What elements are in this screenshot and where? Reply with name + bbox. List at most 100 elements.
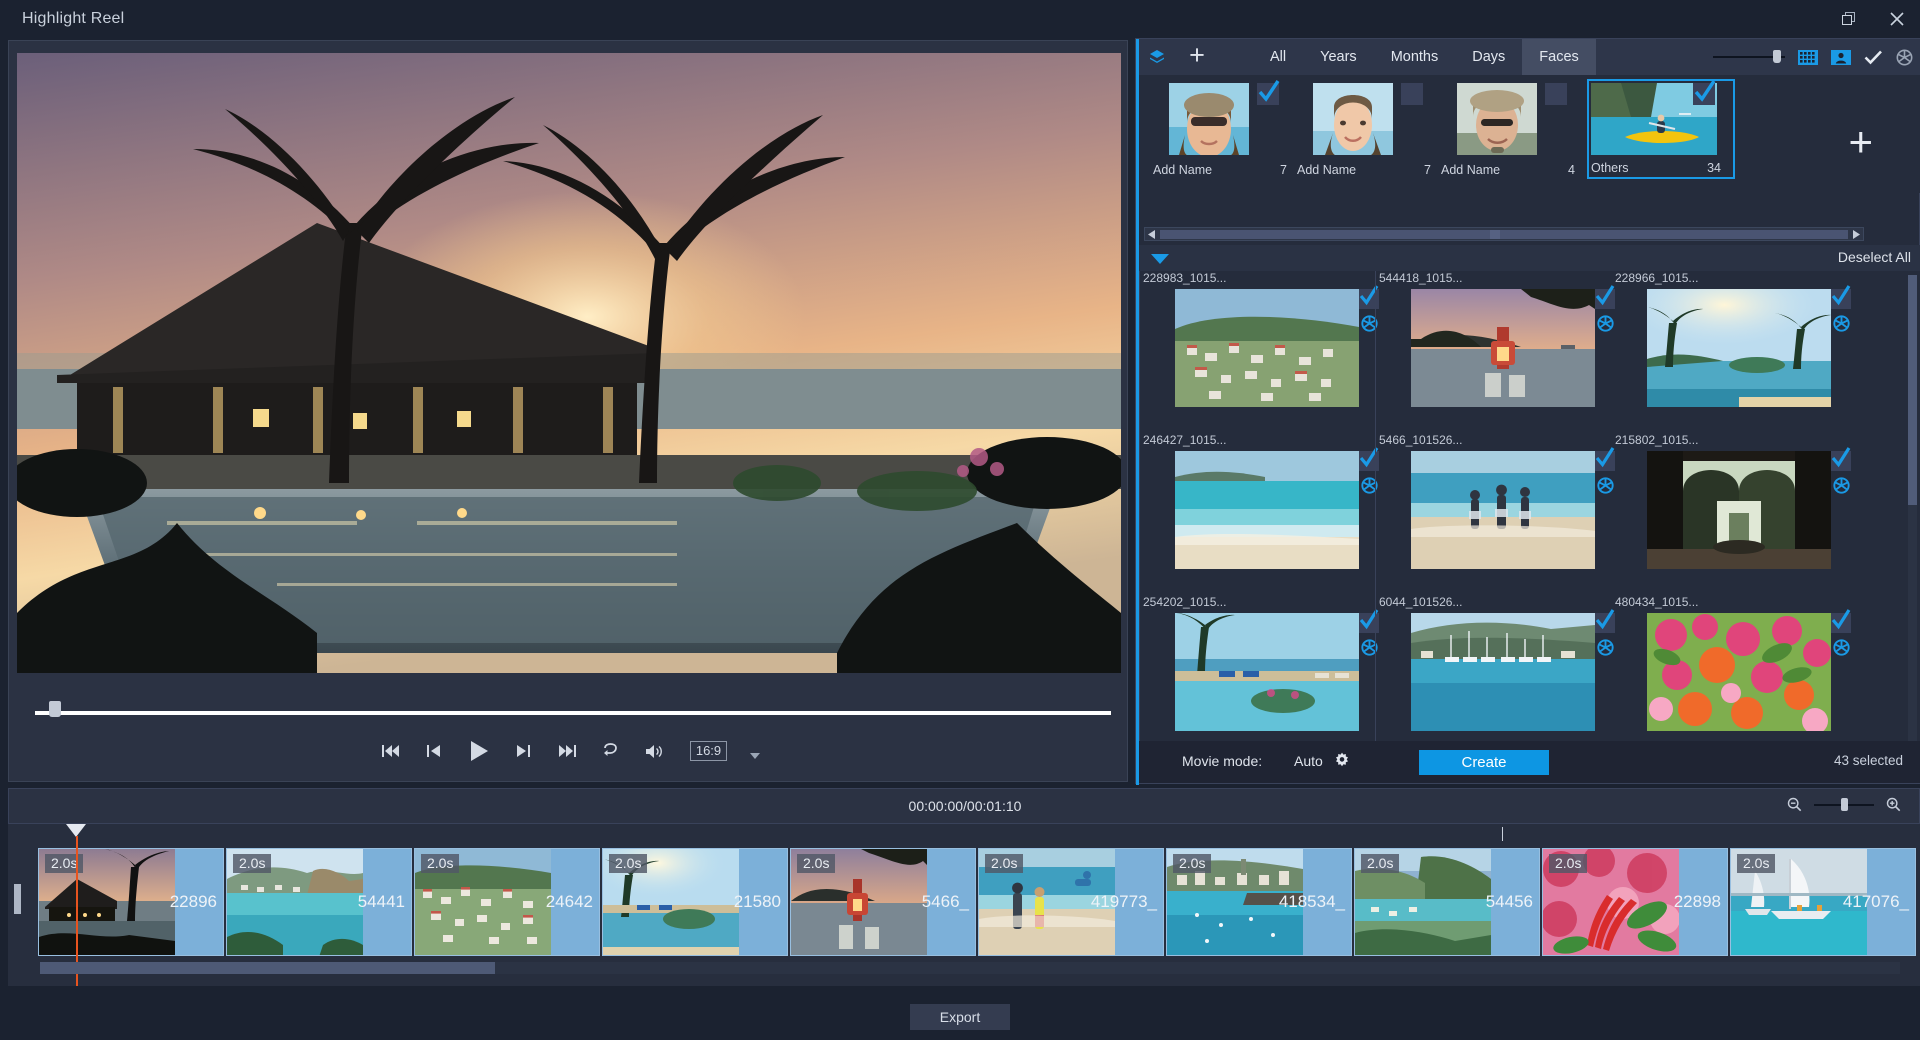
tab-months[interactable]: Months [1374,39,1456,75]
aperture-icon[interactable] [1833,477,1850,494]
scrollbar-thumb[interactable] [1160,230,1848,239]
chevron-down-icon[interactable] [750,753,760,759]
face-thumbnail[interactable] [1313,83,1393,155]
photo-thumbnail[interactable] [1175,289,1359,407]
face-item[interactable]: Add Name 4 [1437,79,1581,185]
photo-checkbox[interactable] [1831,451,1851,471]
face-checkbox[interactable] [1693,83,1715,105]
timeline-clip[interactable]: 2.0s 418534_ [1166,848,1352,956]
add-face-button[interactable]: + [1848,121,1873,163]
photo-thumbnail[interactable] [1647,451,1831,569]
filmstrip-view-icon[interactable] [1798,50,1818,65]
timeline-clip[interactable]: 2.0s 5466_ [790,848,976,956]
timeline-clip[interactable]: 2.0s 22898 [1542,848,1728,956]
aperture-icon[interactable] [1833,639,1850,656]
scrollbar-thumb[interactable] [40,962,495,974]
scrollbar-thumb[interactable] [1908,275,1917,505]
deselect-all-button[interactable]: Deselect All [1838,249,1911,265]
preview-scrubber[interactable] [31,701,1111,721]
slider-knob[interactable] [1773,50,1781,63]
photo-name: 480434_1015... [1615,595,1698,609]
face-checkbox[interactable] [1257,83,1279,105]
photo-thumbnail[interactable] [1411,289,1595,407]
face-checkbox[interactable] [1545,83,1567,105]
face-thumbnail[interactable] [1457,83,1537,155]
clip-duration: 2.0s [1173,854,1211,873]
photo-cell[interactable]: 6044_101526... [1375,595,1611,757]
timeline-clip[interactable]: 2.0s 24642 [414,848,600,956]
add-media-button[interactable]: + [1175,42,1219,73]
face-thumbnail[interactable] [1169,83,1249,155]
faces-horizontal-scrollbar[interactable] [1144,227,1864,241]
photo-thumbnail[interactable] [1175,613,1359,731]
timeline-horizontal-scrollbar[interactable] [40,962,1900,974]
zoom-out-icon[interactable] [1787,797,1802,812]
tab-days[interactable]: Days [1455,39,1522,75]
timeline-clip[interactable]: 2.0s 22896 [38,848,224,956]
scroll-right-arrow-icon[interactable] [1849,228,1863,240]
face-item[interactable]: Add Name 7 [1149,79,1293,185]
face-label[interactable]: Add Name [1153,163,1289,177]
aperture-icon[interactable] [1833,315,1850,332]
restore-window-icon[interactable] [1836,6,1862,32]
timeline-zoom-slider[interactable] [1814,798,1874,812]
photo-cell[interactable]: 228966_1015... [1611,271,1847,433]
confirm-icon[interactable] [1864,50,1883,65]
timeline-clip[interactable]: 2.0s 54456 [1354,848,1540,956]
photo-thumbnail[interactable] [1647,289,1831,407]
tab-faces[interactable]: Faces [1522,39,1596,75]
timeline-clip[interactable]: 2.0s 54441 [226,848,412,956]
photo-grid[interactable]: 228983_1015... [1139,271,1920,783]
skip-to-start-icon[interactable] [378,738,404,764]
slider-knob[interactable] [1841,798,1848,811]
export-button[interactable]: Export [910,1004,1010,1030]
photo-grid-scrollbar[interactable] [1908,275,1917,779]
close-icon[interactable] [1884,6,1910,32]
photo-checkbox[interactable] [1831,289,1851,309]
video-preview[interactable] [17,53,1121,673]
zoom-in-icon[interactable] [1886,797,1901,812]
photo-cell[interactable]: 5466_101526... [1375,433,1611,595]
loop-icon[interactable] [598,738,624,764]
photo-cell[interactable]: 228983_1015... [1139,271,1375,433]
face-item[interactable]: Add Name 7 [1293,79,1437,185]
skip-to-end-icon[interactable] [554,738,580,764]
photo-thumbnail[interactable] [1175,451,1359,569]
photo-cell[interactable]: 254202_1015... [1139,595,1375,757]
photo-cell[interactable]: 246427_1015... [1139,433,1375,595]
photo-cell[interactable]: 215802_1015... [1611,433,1847,595]
volume-icon[interactable] [642,738,668,764]
timeline-track-grip[interactable] [14,884,21,914]
photo-thumbnail[interactable] [1647,613,1831,731]
play-icon[interactable] [466,738,492,764]
thumbnail-size-slider[interactable] [1713,49,1785,65]
face-checkbox[interactable] [1401,83,1423,105]
face-item-others[interactable]: Others 34 [1581,79,1731,185]
scrubber-handle[interactable] [49,701,61,717]
photo-checkbox[interactable] [1831,613,1851,633]
previous-frame-icon[interactable] [422,738,448,764]
timeline-clip[interactable]: 2.0s 21580 [602,848,788,956]
tab-years[interactable]: Years [1303,39,1374,75]
timeline-clip[interactable]: 2.0s 419773_ [978,848,1164,956]
timeline-clip[interactable]: 2.0s 417076_ [1730,848,1916,956]
photo-cell[interactable]: 544418_1015... [1375,271,1611,433]
tab-all[interactable]: All [1253,39,1303,75]
create-button[interactable]: Create [1419,750,1549,775]
timeline-ruler[interactable] [8,824,1920,848]
face-label[interactable]: Add Name [1441,163,1577,177]
scrubber-track[interactable] [35,711,1111,715]
collapse-caret-icon[interactable] [1151,254,1169,264]
aperture-settings-icon[interactable] [1896,49,1913,66]
face-label[interactable]: Add Name [1297,163,1433,177]
photo-thumbnail[interactable] [1411,451,1595,569]
photo-cell[interactable]: 480434_1015... [1611,595,1847,757]
next-frame-icon[interactable] [510,738,536,764]
people-view-icon[interactable] [1831,50,1851,65]
gear-icon[interactable] [1334,752,1350,773]
photo-thumbnail[interactable] [1411,613,1595,731]
aspect-ratio-selector[interactable]: 16:9 [690,741,727,761]
movie-mode-value[interactable]: Auto [1294,753,1323,769]
lantern-sunset-image [1411,289,1595,407]
scroll-left-arrow-icon[interactable] [1145,228,1159,240]
